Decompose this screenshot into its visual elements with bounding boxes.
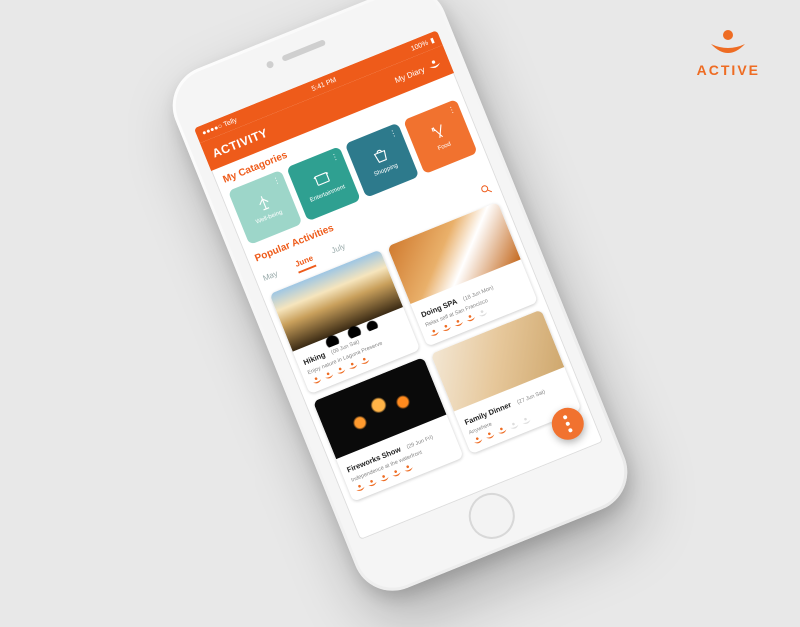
tab-may[interactable]: May — [262, 269, 281, 286]
fab-dot — [563, 415, 568, 420]
tab-june[interactable]: June — [294, 254, 317, 274]
search-icon — [478, 182, 494, 198]
phone-camera — [266, 60, 275, 69]
brand-logo: ACTIVE — [697, 28, 760, 78]
wellbeing-icon — [252, 191, 275, 214]
phone-mockup: ●●●●○ Telly 5:41 PM 100% ▮ ACTIVITY My D… — [161, 0, 640, 603]
my-diary-label: My Diary — [393, 64, 426, 84]
more-icon[interactable]: ⋮ — [388, 128, 399, 139]
more-icon[interactable]: ⋮ — [271, 175, 282, 186]
shopping-icon — [368, 144, 391, 167]
entertainment-icon — [310, 167, 333, 190]
phone-speaker — [281, 39, 326, 62]
search-button[interactable] — [478, 182, 494, 199]
active-logo-icon — [707, 28, 749, 58]
fab-dot — [565, 421, 570, 426]
app-screen: ●●●●○ Telly 5:41 PM 100% ▮ ACTIVITY My D… — [194, 30, 603, 540]
category-label: Food — [437, 141, 452, 152]
activity-grid: Hiking (09 Jun Sat) Enjoy nature in Lagu… — [269, 202, 581, 502]
brand-name: ACTIVE — [697, 62, 760, 78]
fab-dot — [568, 428, 573, 433]
more-icon[interactable]: ⋮ — [330, 151, 341, 162]
battery-icon: ▮ — [429, 36, 436, 45]
tab-july[interactable]: July — [330, 242, 348, 258]
food-icon — [427, 120, 450, 143]
more-icon[interactable]: ⋮ — [446, 104, 457, 115]
diary-icon — [426, 57, 443, 72]
category-food[interactable]: ⋮ Food — [403, 99, 478, 174]
